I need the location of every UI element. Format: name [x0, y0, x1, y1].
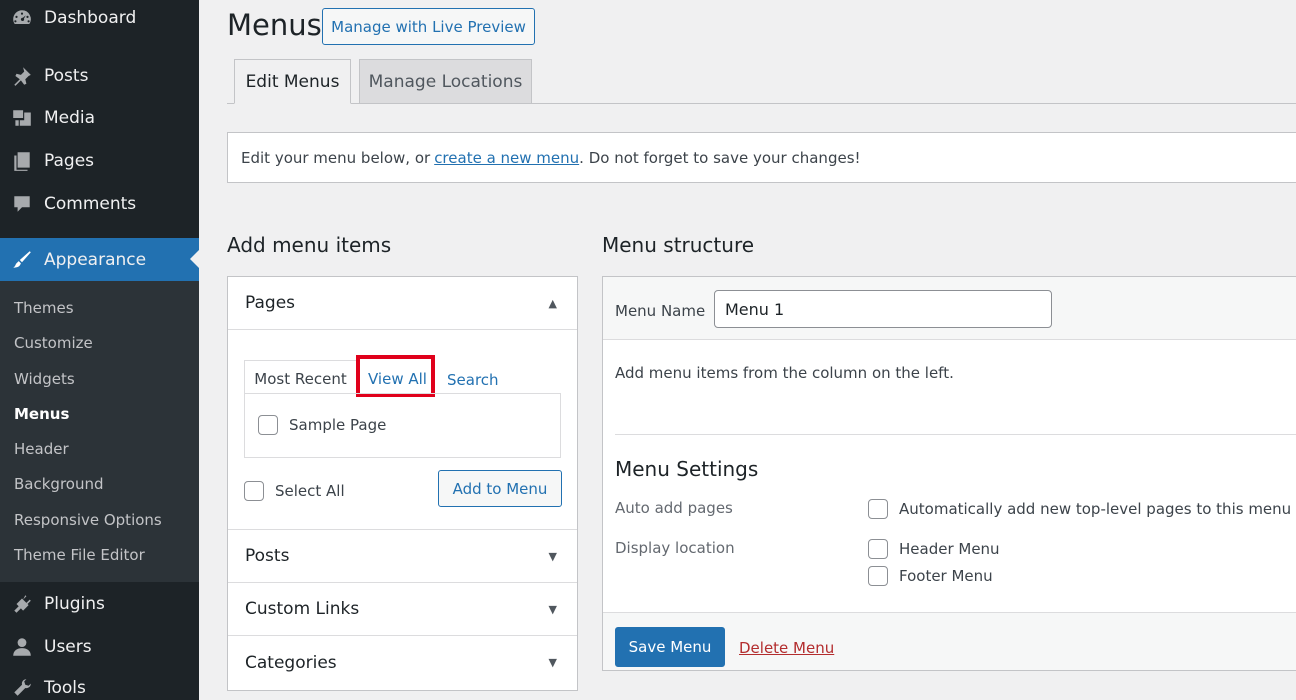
- list-item[interactable]: Sample Page: [258, 415, 386, 435]
- pages-panel: Most Recent View All Search Sample Page …: [228, 330, 577, 530]
- page-item-label: Sample Page: [289, 416, 387, 434]
- submenu-item-responsive-options[interactable]: Responsive Options: [14, 511, 162, 529]
- auto-add-option-label: Automatically add new top-level pages to…: [899, 500, 1292, 518]
- accordion-title: Custom Links: [245, 599, 360, 619]
- dashboard-icon: [10, 6, 34, 30]
- admin-sidebar: Dashboard Posts Media Pages Comments App…: [0, 0, 199, 700]
- submenu-item-widgets[interactable]: Widgets: [14, 370, 75, 388]
- sidebar-item-plugins[interactable]: Plugins: [0, 584, 199, 624]
- sidebar-item-comments[interactable]: Comments: [0, 184, 199, 224]
- sidebar-item-label: Media: [44, 108, 96, 128]
- delete-menu-link[interactable]: Delete Menu: [739, 639, 834, 657]
- notice-text-after: . Do not forget to save your changes!: [579, 148, 861, 167]
- sidebar-item-posts[interactable]: Posts: [0, 56, 199, 96]
- add-to-menu-button[interactable]: Add to Menu: [438, 470, 562, 507]
- wrench-icon: [10, 676, 34, 700]
- appearance-submenu: Themes Customize Widgets Menus Header Ba…: [0, 281, 199, 582]
- accordion-posts-header[interactable]: Posts ▼: [228, 530, 577, 583]
- sidebar-item-label: Plugins: [44, 594, 105, 614]
- create-new-menu-link[interactable]: create a new menu: [434, 149, 579, 167]
- submenu-item-customize[interactable]: Customize: [14, 334, 93, 352]
- comment-icon: [10, 192, 34, 216]
- auto-add-checkbox[interactable]: [868, 499, 888, 519]
- paintbrush-icon: [10, 248, 34, 272]
- sidebar-item-users[interactable]: Users: [0, 627, 199, 667]
- tab-manage-locations[interactable]: Manage Locations: [359, 59, 532, 104]
- plugin-icon: [10, 592, 34, 616]
- footer-menu-checkbox[interactable]: [868, 566, 888, 586]
- menu-name-label: Menu Name: [615, 302, 706, 320]
- sidebar-item-label: Dashboard: [44, 8, 137, 28]
- menu-structure-panel: Menu Name Add menu items from the column…: [602, 276, 1296, 671]
- sidebar-item-appearance[interactable]: Appearance: [0, 238, 199, 281]
- notice-text: Edit your menu below, or: [241, 148, 431, 167]
- menu-actions-bar: Save Menu Delete Menu: [603, 612, 1296, 670]
- save-menu-button[interactable]: Save Menu: [615, 627, 725, 667]
- header-menu-checkbox[interactable]: [868, 539, 888, 559]
- menu-name-bar: Menu Name: [603, 277, 1296, 340]
- accordion-pages-header[interactable]: Pages ▲: [228, 277, 577, 330]
- location-header-menu[interactable]: Header Menu: [868, 539, 1000, 559]
- accordion-categories-header[interactable]: Categories ▼: [228, 636, 577, 689]
- display-location-label: Display location: [615, 539, 735, 557]
- accordion-custom-links-header[interactable]: Custom Links ▼: [228, 583, 577, 636]
- location-label: Header Menu: [899, 540, 1000, 558]
- submenu-item-header[interactable]: Header: [14, 440, 69, 458]
- sidebar-item-label: Tools: [44, 678, 86, 698]
- menu-settings-title: Menu Settings: [615, 457, 759, 481]
- sidebar-item-label: Pages: [44, 151, 95, 171]
- manage-live-preview-button[interactable]: Manage with Live Preview: [322, 8, 535, 45]
- select-all-checkbox[interactable]: [244, 481, 264, 501]
- tab-edit-menus[interactable]: Edit Menus: [234, 59, 351, 104]
- page-title: Menus: [227, 8, 322, 42]
- sidebar-item-label: Comments: [44, 194, 137, 214]
- select-all[interactable]: Select All: [244, 481, 345, 501]
- auto-add-label: Auto add pages: [615, 499, 733, 517]
- add-menu-items-heading: Add menu items: [227, 233, 392, 257]
- menu-structure-heading: Menu structure: [602, 233, 755, 257]
- caret-up-icon: ▲: [548, 296, 557, 310]
- user-icon: [10, 635, 34, 659]
- tab-view-all[interactable]: View All: [368, 370, 427, 388]
- sample-page-checkbox[interactable]: [258, 415, 278, 435]
- location-footer-menu[interactable]: Footer Menu: [868, 566, 993, 586]
- sidebar-item-dashboard[interactable]: Dashboard: [0, 0, 199, 38]
- pages-checklist: Sample Page: [244, 393, 561, 458]
- sidebar-item-media[interactable]: Media: [0, 98, 199, 138]
- select-all-label: Select All: [275, 482, 345, 500]
- location-label: Footer Menu: [899, 567, 993, 585]
- tab-search[interactable]: Search: [447, 371, 499, 389]
- submenu-item-themes[interactable]: Themes: [14, 299, 74, 317]
- sidebar-item-label: Users: [44, 637, 92, 657]
- pin-icon: [10, 64, 34, 88]
- menu-name-input[interactable]: [714, 290, 1052, 328]
- caret-down-icon: ▼: [548, 602, 557, 616]
- tab-most-recent[interactable]: Most Recent: [244, 360, 357, 396]
- pages-icon: [10, 149, 34, 173]
- add-items-accordion: Pages ▲ Most Recent View All Search Samp…: [227, 276, 578, 691]
- sidebar-item-label: Posts: [44, 66, 89, 86]
- notice-box: Edit your menu below, or create a new me…: [227, 132, 1296, 183]
- submenu-item-background[interactable]: Background: [14, 475, 104, 493]
- sidebar-item-label: Appearance: [44, 249, 147, 270]
- auto-add-option[interactable]: Automatically add new top-level pages to…: [868, 499, 1291, 519]
- accordion-title: Pages: [245, 293, 296, 313]
- submenu-item-theme-file-editor[interactable]: Theme File Editor: [14, 546, 145, 564]
- submenu-item-menus[interactable]: Menus: [14, 405, 69, 423]
- accordion-title: Posts: [245, 546, 290, 566]
- caret-down-icon: ▼: [548, 656, 557, 669]
- accordion-title: Categories: [245, 652, 337, 673]
- caret-down-icon: ▼: [548, 549, 557, 563]
- settings-divider: [615, 434, 1296, 435]
- sidebar-item-tools[interactable]: Tools: [0, 668, 199, 700]
- menu-instructions: Add menu items from the column on the le…: [615, 364, 954, 382]
- media-icon: [10, 106, 34, 130]
- sidebar-item-pages[interactable]: Pages: [0, 141, 199, 181]
